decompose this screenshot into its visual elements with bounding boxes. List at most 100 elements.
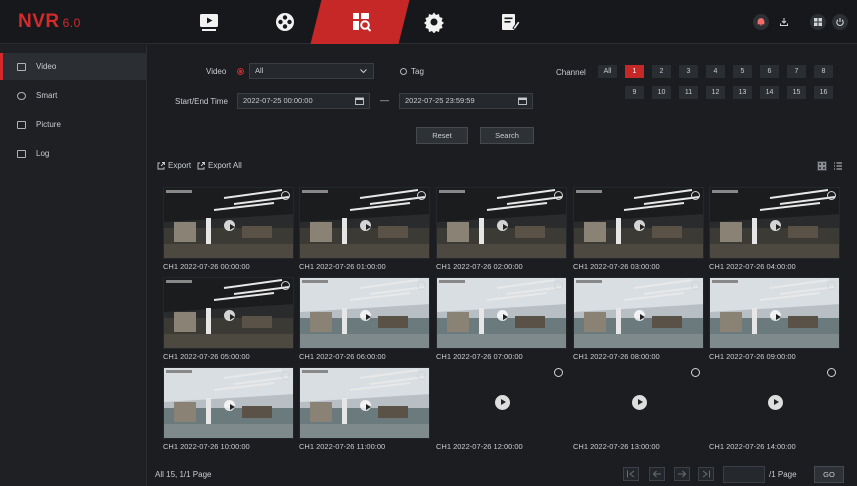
select-circle[interactable] (417, 281, 426, 290)
select-circle[interactable] (281, 371, 290, 380)
select-circle[interactable] (691, 368, 700, 377)
channel-button[interactable]: 6 (760, 65, 779, 78)
go-button[interactable]: GO (814, 466, 844, 483)
nav-ai[interactable] (254, 0, 316, 44)
play-icon[interactable] (768, 395, 783, 410)
channel-button[interactable]: 4 (706, 65, 725, 78)
channel-button[interactable]: 2 (652, 65, 671, 78)
select-circle[interactable] (691, 191, 700, 200)
sidebar-item-log[interactable]: Log (0, 140, 146, 167)
video-label: Video (206, 67, 227, 76)
select-circle[interactable] (554, 191, 563, 200)
alarm-button[interactable] (753, 14, 769, 30)
thumbnail-caption: CH1 2022-07-26 04:00:00 (709, 262, 796, 271)
nav-maintenance[interactable] (479, 0, 541, 44)
select-circle[interactable] (417, 371, 426, 380)
video-type-select[interactable]: All (249, 63, 374, 79)
calendar-icon[interactable] (518, 97, 527, 105)
nav-playback[interactable] (178, 0, 240, 44)
channel-all[interactable]: All (598, 65, 617, 78)
video-thumbnail[interactable] (299, 277, 430, 349)
channel-button[interactable]: 16 (814, 86, 833, 99)
prev-page-button[interactable] (649, 467, 665, 481)
reset-button[interactable]: Reset (416, 127, 468, 144)
select-circle[interactable] (281, 191, 290, 200)
channel-button[interactable]: 3 (679, 65, 698, 78)
sidebar-item-video[interactable]: Video (0, 53, 146, 80)
play-icon[interactable] (360, 310, 371, 321)
channel-button[interactable]: 8 (814, 65, 833, 78)
last-page-button[interactable] (698, 467, 714, 481)
channel-button[interactable]: 13 (733, 86, 752, 99)
video-thumbnail[interactable] (436, 277, 567, 349)
end-time-value: 2022-07-25 23:59:59 (405, 96, 475, 105)
play-icon[interactable] (360, 400, 371, 411)
video-radio[interactable] (237, 68, 244, 75)
power-button[interactable] (832, 14, 848, 30)
video-thumbnail[interactable] (436, 187, 567, 259)
channel-button[interactable]: 14 (760, 86, 779, 99)
channel-button[interactable]: 15 (787, 86, 806, 99)
tag-label: Tag (411, 67, 424, 76)
end-time-field[interactable]: 2022-07-25 23:59:59 (399, 93, 533, 109)
play-icon[interactable] (770, 310, 781, 321)
video-thumbnail[interactable] (436, 367, 567, 439)
video-thumbnail[interactable] (573, 187, 704, 259)
play-icon[interactable] (634, 310, 645, 321)
channel-button[interactable]: 12 (706, 86, 725, 99)
select-circle[interactable] (827, 368, 836, 377)
channel-button[interactable]: 5 (733, 65, 752, 78)
play-icon[interactable] (360, 220, 371, 231)
calendar-icon[interactable] (355, 97, 364, 105)
select-circle[interactable] (281, 281, 290, 290)
select-circle[interactable] (827, 191, 836, 200)
download-button[interactable] (776, 14, 792, 30)
play-icon[interactable] (224, 400, 235, 411)
play-icon[interactable] (224, 310, 235, 321)
video-thumbnail[interactable] (163, 367, 294, 439)
export-link[interactable]: Export (157, 161, 191, 170)
tag-radio[interactable] (400, 68, 407, 75)
video-thumbnail[interactable] (573, 277, 704, 349)
top-bar: NVR 6.0 (0, 0, 857, 44)
multi-screen-button[interactable] (810, 14, 826, 30)
video-thumbnail[interactable] (709, 367, 840, 439)
channel-button[interactable]: 9 (625, 86, 644, 99)
play-icon[interactable] (497, 220, 508, 231)
play-icon[interactable] (224, 220, 235, 231)
play-icon[interactable] (495, 395, 510, 410)
video-thumbnail[interactable] (163, 277, 294, 349)
search-button[interactable]: Search (480, 127, 534, 144)
video-thumbnail[interactable] (709, 187, 840, 259)
first-page-button[interactable] (623, 467, 639, 481)
video-thumbnail[interactable] (573, 367, 704, 439)
channel-button[interactable]: 7 (787, 65, 806, 78)
nav-search[interactable] (330, 0, 392, 44)
video-thumbnail[interactable] (709, 277, 840, 349)
channel-button[interactable]: 10 (652, 86, 671, 99)
list-view-icon[interactable] (833, 161, 843, 171)
select-circle[interactable] (691, 281, 700, 290)
channel-button[interactable]: 1 (625, 65, 644, 78)
play-icon[interactable] (770, 220, 781, 231)
video-thumbnail[interactable] (163, 187, 294, 259)
next-page-button[interactable] (674, 467, 690, 481)
grid-view-icon[interactable] (817, 161, 827, 171)
play-icon[interactable] (634, 220, 645, 231)
select-circle[interactable] (417, 191, 426, 200)
sidebar-item-smart[interactable]: Smart (0, 82, 146, 109)
play-icon[interactable] (632, 395, 647, 410)
video-thumbnail[interactable] (299, 367, 430, 439)
play-icon[interactable] (497, 310, 508, 321)
nav-settings[interactable] (403, 0, 465, 44)
page-input[interactable] (723, 466, 765, 483)
select-circle[interactable] (827, 281, 836, 290)
thumbnail-caption: CH1 2022-07-26 09:00:00 (709, 352, 796, 361)
channel-button[interactable]: 11 (679, 86, 698, 99)
sidebar-item-picture[interactable]: Picture (0, 111, 146, 138)
video-thumbnail[interactable] (299, 187, 430, 259)
start-time-field[interactable]: 2022-07-25 00:00:00 (237, 93, 370, 109)
export-all-link[interactable]: Export All (197, 161, 242, 170)
select-circle[interactable] (554, 368, 563, 377)
select-circle[interactable] (554, 281, 563, 290)
